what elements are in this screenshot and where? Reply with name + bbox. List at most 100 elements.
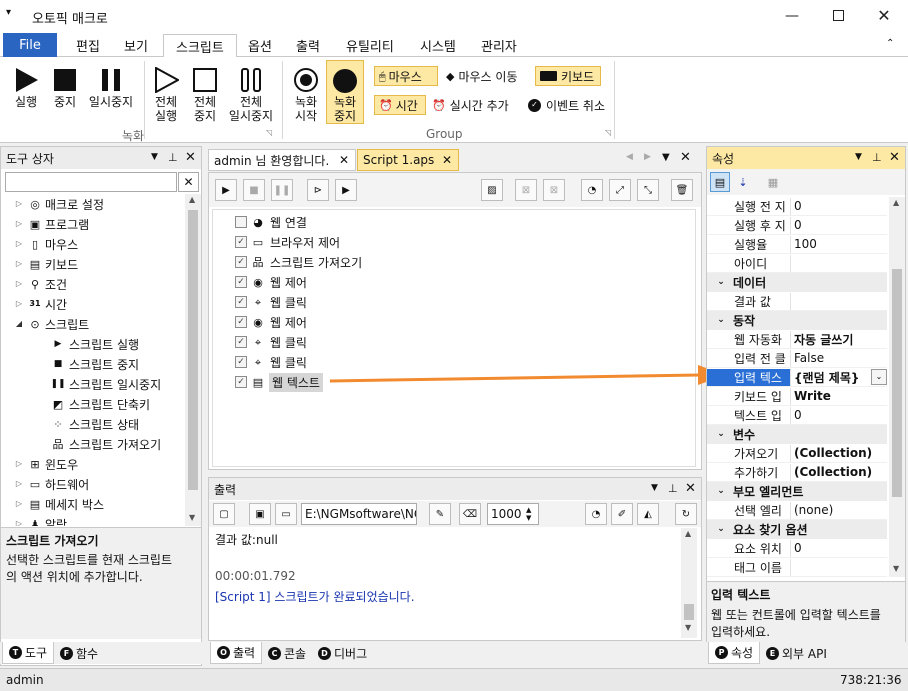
- tab-tools[interactable]: T 도구: [2, 642, 55, 664]
- property-row[interactable]: 가져오기 (Collection): [707, 444, 887, 463]
- property-value[interactable]: 100: [791, 237, 817, 251]
- collapse-icon[interactable]: ⌄: [707, 278, 729, 287]
- scrollbar-thumb[interactable]: [684, 604, 694, 620]
- tree-item-program[interactable]: ▷ ▣ 프로그램: [13, 214, 89, 234]
- tab-properties[interactable]: P 속성: [708, 642, 761, 664]
- minimize-button[interactable]: —: [769, 0, 815, 31]
- clean-button[interactable]: ✎: [429, 503, 451, 525]
- tree-item-script-run[interactable]: ▶ 스크립트 실행: [47, 334, 140, 354]
- close-button[interactable]: ✕: [861, 0, 907, 31]
- property-value[interactable]: (none): [791, 503, 833, 517]
- property-row[interactable]: 추가하기 (Collection): [707, 463, 887, 482]
- scrollbar-thumb[interactable]: [188, 210, 198, 490]
- tab-list-icon[interactable]: ▼: [662, 153, 670, 163]
- tree-item-alarm[interactable]: ▷ ♟ 알람: [13, 514, 67, 527]
- toolbox-search-input[interactable]: [5, 172, 177, 192]
- tree-item-hardware[interactable]: ▷ ▭ 하드웨어: [13, 474, 89, 494]
- brush-button[interactable]: ✐: [611, 503, 633, 525]
- tree-item-script[interactable]: ◢ ⊙ 스크립트: [13, 314, 89, 334]
- property-row[interactable]: 입력 텍스 {랜덤 제목} ⌄: [707, 368, 887, 387]
- tab-script[interactable]: 스크립트: [163, 34, 237, 58]
- categorized-button[interactable]: ▤: [710, 172, 730, 192]
- tab-options[interactable]: 옵션: [236, 34, 284, 57]
- tree-item-script-import[interactable]: 品 스크립트 가져오기: [47, 434, 162, 454]
- step-button[interactable]: ⊳: [307, 179, 329, 201]
- close-panel-icon[interactable]: ✕: [185, 151, 196, 164]
- stepper-arrows-icon[interactable]: ▲ ▼: [526, 506, 531, 522]
- scroll-down-icon[interactable]: ▼: [189, 514, 195, 522]
- pause-button[interactable]: 일시중지: [86, 65, 136, 109]
- run-script-button[interactable]: ▶: [215, 179, 237, 201]
- action-row-script-import[interactable]: ✓ 品 스크립트 가져오기: [235, 252, 362, 272]
- tree-item-keyboard[interactable]: ▷ ▤ 키보드: [13, 254, 78, 274]
- property-value[interactable]: (Collection): [791, 465, 872, 479]
- collapse-icon[interactable]: ⌄: [707, 487, 729, 496]
- checkbox-checked[interactable]: ✓: [235, 276, 247, 288]
- checkbox-checked[interactable]: ✓: [235, 236, 247, 248]
- checkbox-unchecked[interactable]: [235, 216, 247, 228]
- time-toggle[interactable]: ⏰ 시간: [374, 95, 426, 115]
- property-value[interactable]: False: [791, 351, 824, 365]
- close-document-icon[interactable]: ✕: [680, 151, 691, 164]
- toolbox-scrollbar[interactable]: ▲ ▼: [185, 194, 201, 526]
- property-value[interactable]: {랜덤 제목}: [791, 369, 859, 386]
- tab-system[interactable]: 시스템: [408, 34, 468, 57]
- tree-item-script-pause[interactable]: ❚❚ 스크립트 일시중지: [47, 374, 161, 394]
- scrollbar-thumb[interactable]: [892, 269, 902, 497]
- property-category[interactable]: ⌄ 변수: [707, 425, 887, 444]
- property-value[interactable]: 0: [791, 199, 802, 213]
- close-panel-icon[interactable]: ✕: [889, 151, 900, 164]
- action-row-web-control[interactable]: ✓ ◉ 웹 제어: [235, 312, 307, 332]
- pause-script-button[interactable]: ❚❚: [271, 179, 293, 201]
- record-start-button[interactable]: 녹화 시작: [288, 65, 324, 123]
- tree-item-time[interactable]: ▷ 31 시간: [13, 294, 67, 314]
- expand-all-button[interactable]: ⤢: [609, 179, 631, 201]
- collapse-icon[interactable]: ⌄: [707, 430, 729, 439]
- property-row[interactable]: 텍스트 입0: [707, 406, 887, 425]
- tab-admin[interactable]: 관리자: [469, 34, 529, 57]
- property-row[interactable]: 키보드 입 Write: [707, 387, 887, 406]
- system-menu-icon[interactable]: ▾: [6, 8, 11, 18]
- property-row[interactable]: 실행 전 지0: [707, 197, 887, 216]
- scroll-right-icon[interactable]: ▶: [644, 153, 651, 162]
- action-row-web-control[interactable]: ✓ ◉ 웹 제어: [235, 272, 307, 292]
- collapse-all-button[interactable]: ⤡: [637, 179, 659, 201]
- action-row-web-text[interactable]: ✓ ▤ 웹 텍스트: [235, 372, 323, 392]
- tab-console[interactable]: C 콘솔: [262, 642, 312, 664]
- fill-button[interactable]: ◭: [637, 503, 659, 525]
- property-row[interactable]: 결과 값: [707, 292, 887, 311]
- action-row-web-connect[interactable]: ◕ 웹 연결: [235, 212, 307, 232]
- run-button[interactable]: 실행: [8, 65, 44, 109]
- tab-functions[interactable]: F 함수: [54, 642, 104, 664]
- log-path-input[interactable]: E:\NGMsoftware\NG: [301, 503, 417, 525]
- pin-icon[interactable]: ⊥: [168, 152, 178, 163]
- property-category[interactable]: ⌄ 요소 찾기 옵션: [707, 520, 887, 539]
- tab-edit[interactable]: 편집: [64, 34, 112, 57]
- property-row[interactable]: 선택 엘리 (none): [707, 501, 887, 520]
- pin-icon[interactable]: ⊥: [668, 483, 678, 494]
- dialog-launcher-icon[interactable]: ◹: [605, 129, 611, 137]
- tree-item-script-stop[interactable]: ■ 스크립트 중지: [47, 354, 139, 374]
- close-tab-icon[interactable]: ✕: [442, 154, 452, 166]
- run-all-button[interactable]: 전체 실행: [148, 65, 184, 123]
- step-into-button[interactable]: ▶: [335, 179, 357, 201]
- scroll-left-icon[interactable]: ◀: [626, 153, 633, 162]
- property-value[interactable]: 0: [791, 408, 802, 422]
- property-value[interactable]: 0: [791, 218, 802, 232]
- close-panel-icon[interactable]: ✕: [685, 482, 696, 495]
- delete-button[interactable]: 🗑: [671, 179, 693, 201]
- scroll-up-icon[interactable]: ▲: [893, 199, 899, 207]
- alphabetical-button[interactable]: ⇣: [733, 172, 753, 192]
- refresh-button[interactable]: ↻: [675, 503, 697, 525]
- clock-button[interactable]: ◔: [585, 503, 607, 525]
- tab-external-api[interactable]: E 외부 API: [760, 642, 833, 664]
- tab-script-1[interactable]: Script 1.aps ✕: [357, 149, 459, 171]
- close-tab-icon[interactable]: ✕: [339, 154, 349, 166]
- property-row[interactable]: 실행율 100: [707, 235, 887, 254]
- scroll-down-icon[interactable]: ▼: [685, 624, 691, 632]
- dropdown-icon[interactable]: ▼: [651, 484, 658, 493]
- tree-item-condition[interactable]: ▷ ⚲ 조건: [13, 274, 67, 294]
- dialog-launcher-icon[interactable]: ◹: [266, 129, 272, 137]
- tree-item-script-hotkey[interactable]: ◩ 스크립트 단축키: [47, 394, 150, 414]
- checkbox-checked[interactable]: ✓: [235, 316, 247, 328]
